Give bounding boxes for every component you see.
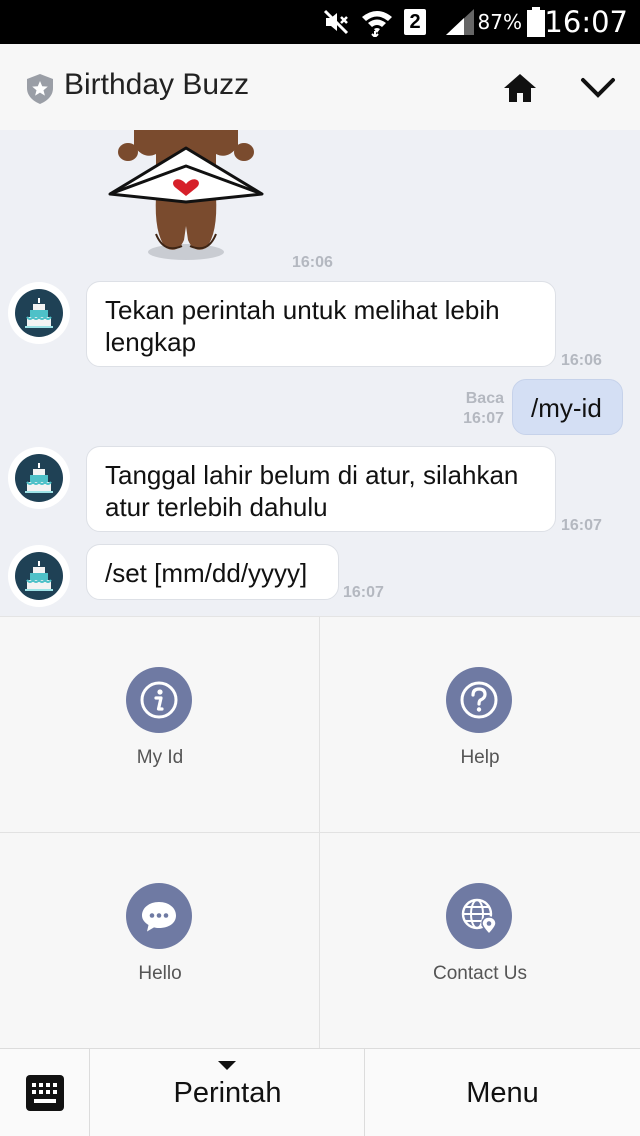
command-label: Help	[460, 747, 500, 768]
clock: 16:07	[544, 5, 628, 39]
sticker-timestamp: 16:06	[292, 254, 333, 271]
collapse-button[interactable]	[574, 68, 622, 108]
keyboard-button[interactable]	[0, 1049, 90, 1136]
read-status: Baca	[465, 390, 504, 407]
question-icon	[446, 667, 512, 733]
chevron-down-icon	[581, 78, 615, 98]
chat-bubble-icon	[126, 883, 192, 949]
sim-icon: 2	[404, 0, 426, 44]
message-bubble[interactable]: /set [mm/dd/yyyy]	[86, 544, 339, 600]
chat-header: Birthday Buzz	[0, 44, 640, 130]
avatar[interactable]	[8, 282, 70, 344]
caret-down-icon	[218, 1061, 236, 1070]
mute-icon	[322, 0, 350, 44]
my-message-bubble[interactable]: /my-id	[512, 379, 623, 435]
bottom-bar: Perintah Menu	[0, 1048, 640, 1136]
message-timestamp: 16:07	[343, 584, 384, 601]
home-icon	[504, 74, 536, 102]
globe-pin-icon	[446, 883, 512, 949]
command-hello[interactable]: Hello	[0, 833, 320, 1049]
grid-divider	[319, 617, 320, 1049]
command-label: Hello	[138, 963, 182, 984]
sim-slot-number: 2	[404, 9, 426, 35]
signal-icon	[444, 0, 476, 44]
menu-button[interactable]: Menu	[365, 1049, 640, 1136]
menu-label: Menu	[466, 1077, 539, 1109]
avatar[interactable]	[8, 545, 70, 607]
message-timestamp: 16:06	[561, 352, 602, 369]
chat-title: Birthday Buzz	[64, 68, 250, 101]
message-bubble[interactable]: Tekan perintah untuk melihat lebih lengk…	[86, 281, 556, 367]
command-menu: My Id Help Hello Contact Us	[0, 616, 640, 1049]
command-contact-us[interactable]: Contact Us	[320, 833, 640, 1049]
command-label: My Id	[136, 747, 184, 768]
perintah-label: Perintah	[173, 1077, 282, 1109]
battery-percent: 87%	[477, 10, 522, 34]
command-help[interactable]: Help	[320, 617, 640, 833]
command-label: Contact Us	[433, 963, 527, 984]
cake-icon	[15, 289, 63, 337]
chat-area[interactable]: 16:06 Tekan perintah untuk melihat lebih…	[0, 130, 640, 616]
perintah-button[interactable]: Perintah	[90, 1049, 365, 1136]
bear-letter-sticker[interactable]	[104, 130, 268, 262]
battery-icon	[526, 0, 546, 44]
cake-icon	[15, 454, 63, 502]
shield-icon	[26, 73, 54, 110]
message-bubble[interactable]: Tanggal lahir belum di atur, silahkan at…	[86, 446, 556, 532]
grid-divider	[0, 832, 640, 833]
home-button[interactable]	[498, 68, 542, 108]
message-timestamp: 16:07	[561, 517, 602, 534]
keyboard-icon	[25, 1075, 64, 1111]
cake-icon	[15, 552, 63, 600]
info-icon	[126, 667, 192, 733]
message-timestamp: 16:07	[463, 410, 504, 427]
command-my-id[interactable]: My Id	[0, 617, 320, 833]
avatar[interactable]	[8, 447, 70, 509]
status-bar: 2 87% 16:07	[0, 0, 640, 44]
read-receipt: Baca 16:07	[454, 389, 504, 429]
wifi-icon	[360, 0, 394, 44]
